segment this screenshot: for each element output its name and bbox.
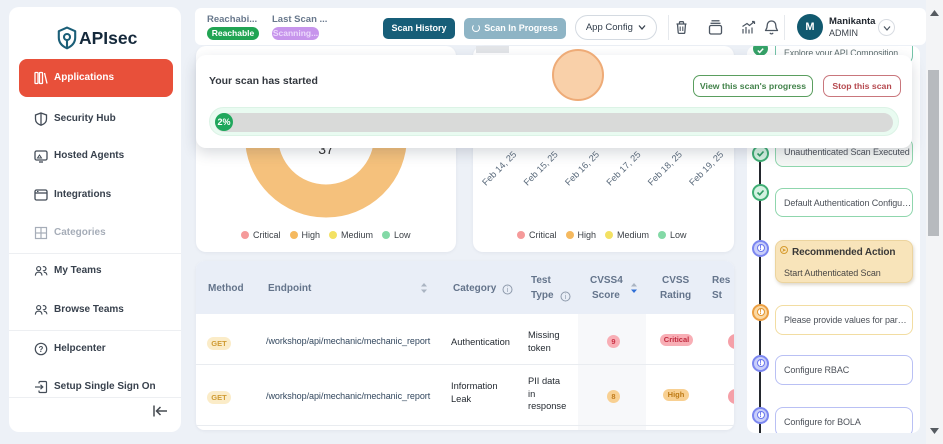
svg-text:Feb 15, 25: Feb 15, 25 xyxy=(522,149,560,187)
svg-text:Feb 18, 25: Feb 18, 25 xyxy=(646,149,684,187)
svg-text:?: ? xyxy=(39,345,44,354)
svg-text:i: i xyxy=(565,294,567,301)
svg-text:Feb 16, 25: Feb 16, 25 xyxy=(563,149,601,187)
svg-text:Feb 19, 25: Feb 19, 25 xyxy=(687,149,725,187)
svg-text:Feb 14, 25: Feb 14, 25 xyxy=(480,149,518,187)
svg-text:Feb 17, 25: Feb 17, 25 xyxy=(604,149,642,187)
svg-text:i: i xyxy=(507,287,509,294)
